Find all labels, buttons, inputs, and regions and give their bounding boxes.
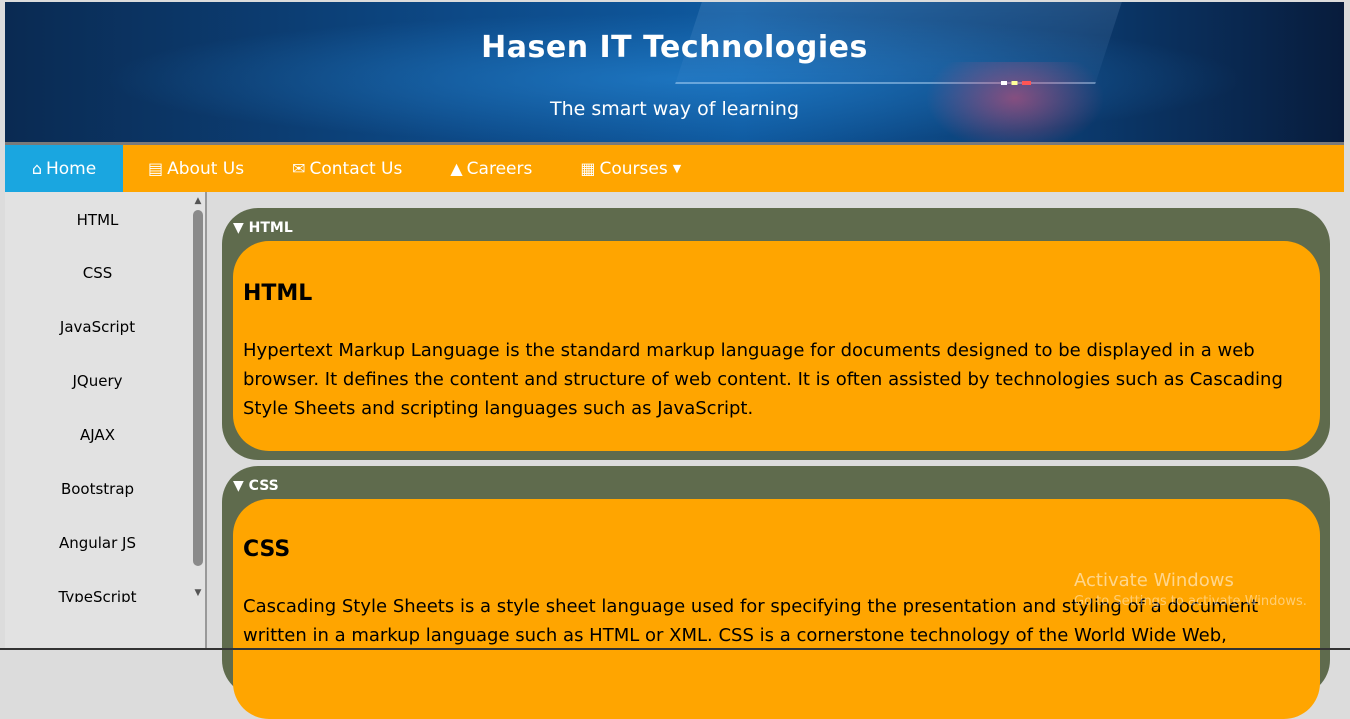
sidebar: HTML CSS JavaScript JQuery AJAX Bootstra… (5, 192, 207, 650)
section-heading-css: CSS (243, 537, 291, 562)
graduation-cap-icon: ▲ (450, 159, 463, 178)
sidebar-item-javascript[interactable]: JavaScript (5, 300, 190, 354)
nav-courses[interactable]: ▦ Courses ▼ (556, 145, 705, 192)
site-header: Hasen IT Technologies The smart way of l… (5, 2, 1344, 142)
triangle-down-icon: ▼ (233, 220, 244, 236)
section-heading-html: HTML (243, 281, 313, 306)
scroll-up-icon[interactable]: ▲ (191, 194, 205, 208)
triangle-down-icon: ▼ (233, 478, 244, 494)
navbar: ⌂ Home ▤ About Us ✉ Contact Us ▲ Careers… (5, 145, 1344, 192)
nav-home[interactable]: ⌂ Home (5, 145, 123, 192)
sidebar-item-css[interactable]: CSS (5, 246, 190, 300)
nav-careers[interactable]: ▲ Careers (426, 145, 556, 192)
activate-windows-subtitle: Go to Settings to activate Windows. (1074, 594, 1307, 609)
sidebar-list: HTML CSS JavaScript JQuery AJAX Bootstra… (5, 192, 190, 602)
sidebar-item-html[interactable]: HTML (5, 192, 190, 246)
sidebar-item-typescript[interactable]: TypeScript (5, 570, 190, 602)
id-card-icon: ▤ (148, 159, 164, 178)
sidebar-item-jquery[interactable]: JQuery (5, 354, 190, 408)
envelope-icon: ✉ (292, 159, 306, 178)
details-html: ▼ HTML HTML Hypertext Markup Language is… (222, 208, 1330, 460)
nav-contact-label: Contact Us (309, 158, 403, 179)
activate-windows-watermark: Activate Windows (1074, 570, 1234, 591)
nav-about-label: About Us (167, 158, 245, 179)
sidebar-scrollbar[interactable]: ▲ ▼ (191, 194, 205, 600)
caret-down-icon: ▼ (672, 162, 682, 175)
nav-home-label: Home (45, 158, 97, 179)
sidebar-item-ajax[interactable]: AJAX (5, 408, 190, 462)
details-summary-html[interactable]: ▼ HTML (233, 220, 293, 236)
nav-courses-label: Courses (599, 158, 668, 179)
scrollbar-thumb[interactable] (193, 210, 203, 566)
sidebar-item-angularjs[interactable]: Angular JS (5, 516, 190, 570)
site-tagline: The smart way of learning (549, 98, 800, 120)
details-panel-css: CSS Cascading Style Sheets is a style sh… (233, 499, 1320, 719)
site-title: Hasen IT Technologies (481, 30, 868, 65)
scroll-down-icon[interactable]: ▼ (191, 586, 205, 600)
sidebar-item-bootstrap[interactable]: Bootstrap (5, 462, 190, 516)
book-icon: ▦ (580, 159, 596, 178)
nav-contact-us[interactable]: ✉ Contact Us (268, 145, 426, 192)
nav-about-us[interactable]: ▤ About Us (123, 145, 268, 192)
nav-careers-label: Careers (466, 158, 533, 179)
details-summary-css[interactable]: ▼ CSS (233, 478, 279, 494)
home-icon: ⌂ (31, 159, 42, 178)
details-panel-html: HTML Hypertext Markup Language is the st… (233, 241, 1320, 451)
section-text-html: Hypertext Markup Language is the standar… (243, 340, 1283, 419)
